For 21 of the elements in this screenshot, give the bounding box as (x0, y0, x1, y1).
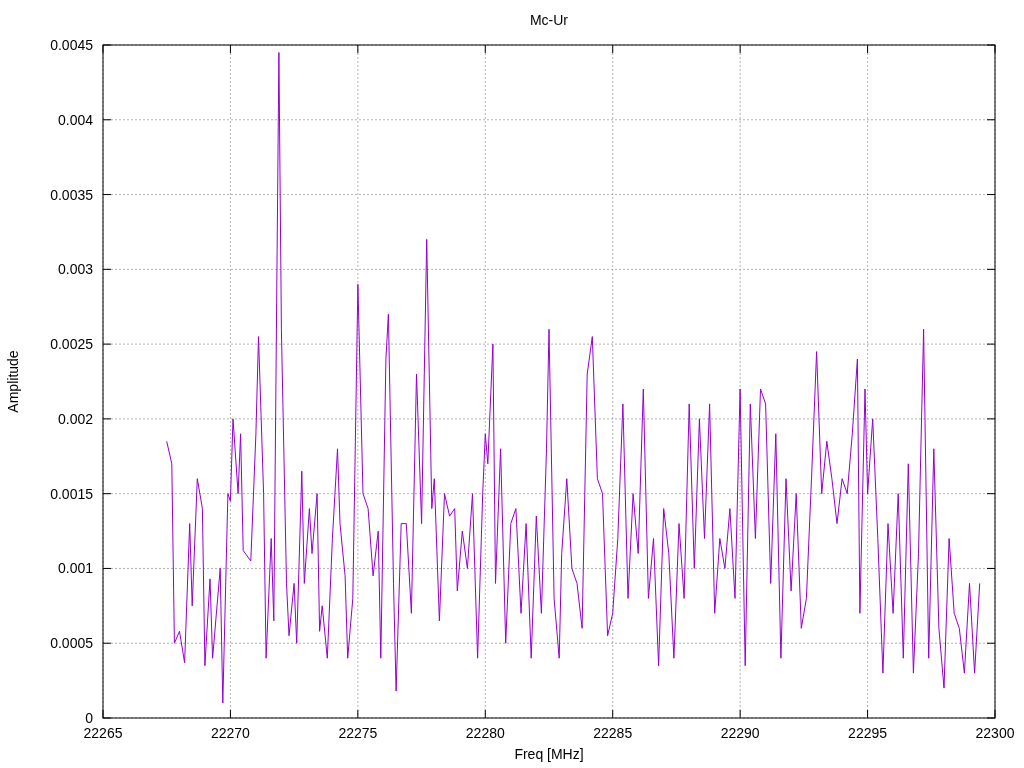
tick-label: 0.0045 (50, 37, 93, 53)
axis-title: Amplitude (5, 350, 21, 413)
tick-label: 22270 (210, 725, 250, 741)
tick-label: 0.0015 (50, 485, 93, 502)
tick-label: 22290 (720, 725, 760, 741)
tick-label: 0.003 (57, 261, 93, 278)
tick-label: 22295 (848, 725, 888, 741)
tick-label: 0.001 (57, 560, 93, 577)
tick-label: 0.004 (57, 111, 93, 128)
tick-label: 22275 (338, 725, 378, 741)
chart-title: Mc-Ur (529, 12, 569, 28)
tick-label: 22285 (593, 725, 633, 741)
tick-label: 22280 (465, 725, 505, 741)
tick-label: 0.0025 (50, 336, 93, 353)
tick-label: 22300 (975, 725, 1015, 741)
tick-label: 0.002 (57, 410, 93, 427)
tick-label: 0 (85, 710, 93, 726)
tick-label: 22265 (83, 725, 123, 741)
axis-title: Freq [MHz] (514, 746, 584, 762)
tick-label: 0.0005 (50, 635, 93, 652)
tick-label: 0.0035 (50, 186, 93, 203)
